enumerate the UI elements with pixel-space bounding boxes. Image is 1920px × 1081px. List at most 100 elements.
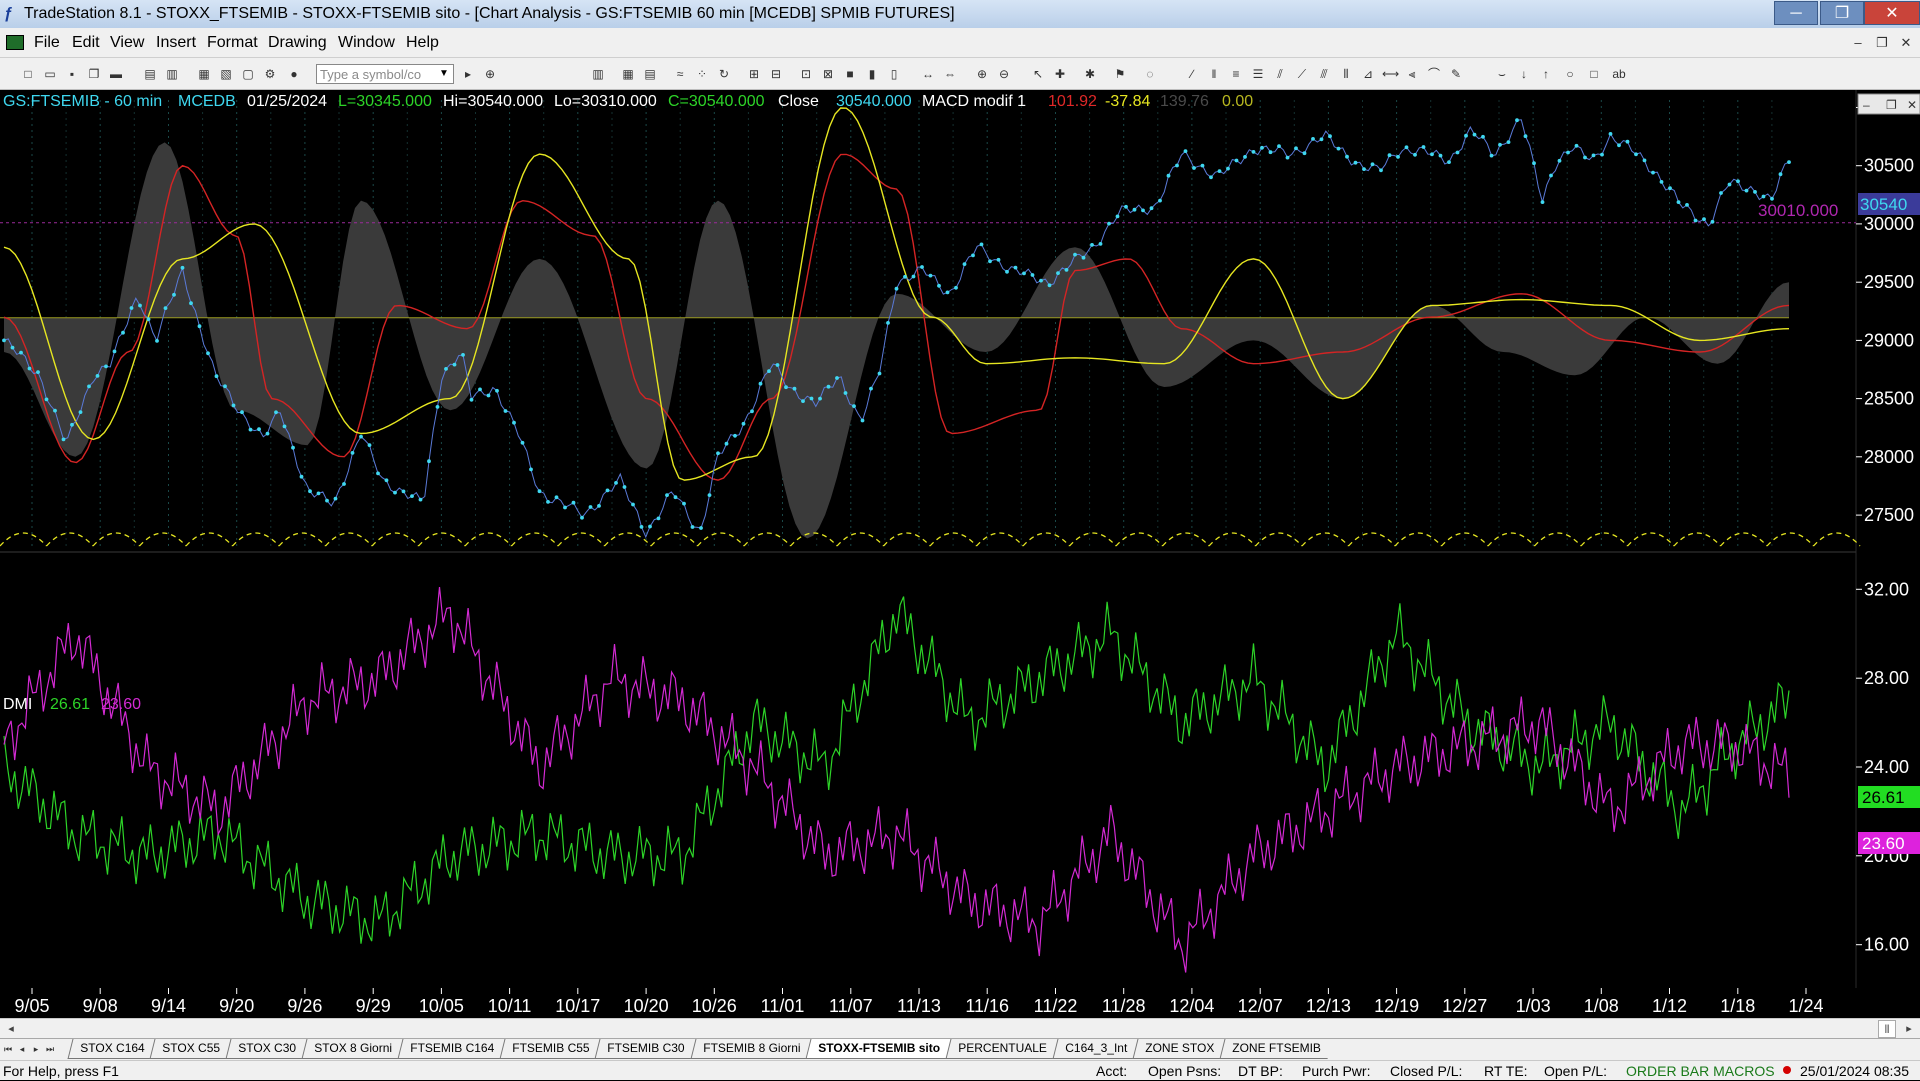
tab-first-icon[interactable]: ⏮ — [2, 1042, 14, 1056]
alert-icon[interactable]: ⚑ — [1112, 66, 1128, 82]
print-icon[interactable]: ▤ — [142, 66, 158, 82]
tab-stox-c30[interactable]: STOX C30 — [225, 1039, 308, 1059]
tab-prev-icon[interactable]: ◂ — [16, 1042, 28, 1056]
open-icon[interactable]: ▭ — [42, 66, 58, 82]
format-icon[interactable]: ⊞ — [746, 66, 762, 82]
print-preview-icon[interactable]: ▥ — [164, 66, 180, 82]
grid-icon[interactable]: ▦ — [620, 66, 636, 82]
rectangle-icon[interactable]: □ — [1586, 66, 1602, 82]
tab-stoxx-ftsemib-sito[interactable]: STOXX-FTSEMIB sito — [805, 1039, 952, 1059]
mdi-close-button[interactable]: ✕ — [1896, 34, 1916, 52]
chart-area[interactable]: 3100030500300002950029000285002800027500… — [0, 90, 1920, 1018]
menu-insert[interactable]: Insert — [156, 28, 196, 58]
tab-stox-8-giorni[interactable]: STOX 8 Giorni — [301, 1039, 404, 1059]
tab-next-icon[interactable]: ▸ — [30, 1042, 42, 1056]
price-point — [1183, 149, 1188, 153]
tab-stox-c164[interactable]: STOX C164 — [67, 1039, 156, 1059]
folder-icon[interactable]: ▬ — [108, 66, 124, 82]
bars-icon[interactable]: ▮ — [864, 66, 880, 82]
crosshair-icon[interactable]: ✚ — [1052, 66, 1068, 82]
go-arrow-icon[interactable]: ▸ — [460, 66, 476, 82]
arrow-down-icon[interactable]: ↓ — [1516, 66, 1532, 82]
menu-help[interactable]: Help — [406, 28, 439, 58]
menu-edit[interactable]: Edit — [72, 28, 100, 58]
zoom-in-icon[interactable]: ⊕ — [974, 66, 990, 82]
andrews-pitchfork-icon[interactable]: ⫷ — [1404, 66, 1420, 82]
text-icon[interactable]: ab — [1608, 66, 1630, 82]
trendline-icon[interactable]: ∕ — [1184, 66, 1200, 82]
pencil-icon[interactable]: ✎ — [1448, 66, 1464, 82]
hide-icon[interactable]: ◌ — [1142, 66, 1158, 82]
tools-icon[interactable]: ✱ — [1082, 66, 1098, 82]
window-icon[interactable]: ▦ — [196, 66, 212, 82]
scroll-right-icon[interactable]: ▸ — [1900, 1020, 1918, 1038]
binoculars-icon[interactable]: ⊕ — [482, 66, 498, 82]
mdi-restore-button[interactable]: ❐ — [1872, 34, 1892, 52]
ruler-icon[interactable]: ⟷ — [1382, 66, 1399, 82]
tab-zone-ftsemib[interactable]: ZONE FTSEMIB — [1219, 1039, 1332, 1059]
chart-tool-icon[interactable]: ⚙ — [262, 66, 278, 82]
menu-window[interactable]: Window — [338, 28, 395, 58]
scroll-left-icon[interactable]: ◂ — [2, 1020, 20, 1038]
mdi-minimize-button[interactable]: – — [1848, 34, 1868, 52]
fibonacci-icon[interactable]: ⫽ — [1272, 66, 1288, 82]
minimize-button[interactable]: ─ — [1774, 1, 1818, 25]
curve-icon[interactable]: ⌣ — [1494, 66, 1510, 82]
chevron-down-icon[interactable]: ▼ — [436, 66, 452, 82]
tab-percentuale[interactable]: PERCENTUALE — [945, 1039, 1059, 1059]
time-zones-icon[interactable]: ⦀ — [1338, 66, 1354, 82]
menu-format[interactable]: Format — [207, 28, 258, 58]
copy-icon[interactable]: ❐ — [86, 66, 102, 82]
lock-icon[interactable]: ▢ — [240, 66, 256, 82]
tab-ftsemib-8-giorni[interactable]: FTSEMIB 8 Giorni — [690, 1039, 812, 1059]
close-button[interactable]: ✕ — [1864, 1, 1920, 25]
save-icon[interactable]: ▪ — [64, 66, 80, 82]
channel-icon[interactable]: ☰ — [1250, 66, 1266, 82]
study-icon[interactable]: ■ — [842, 66, 858, 82]
horizontal-scrollbar[interactable]: ◂ ⦀ ▸ — [0, 1018, 1920, 1038]
data-icon[interactable]: ⊟ — [768, 66, 784, 82]
subwindow-close-icon[interactable]: ✕ — [1907, 98, 1917, 112]
scatter-icon[interactable]: ⁘ — [694, 66, 710, 82]
tab-c164-3-int[interactable]: C164_3_Int — [1052, 1039, 1139, 1059]
gann-icon[interactable]: ⟋ — [1294, 66, 1310, 82]
globe-icon[interactable]: ● — [286, 66, 302, 82]
tab-last-icon[interactable]: ⏭ — [44, 1042, 56, 1056]
bar-chart-icon[interactable]: ▥ — [590, 66, 606, 82]
subwindow-minimize-icon[interactable]: – — [1863, 98, 1870, 112]
tab-ftsemib-c164[interactable]: FTSEMIB C164 — [397, 1039, 506, 1059]
candles-icon[interactable]: ▯ — [886, 66, 902, 82]
speed-lines-icon[interactable]: ⫻ — [1316, 66, 1332, 82]
refresh-icon[interactable]: ↻ — [716, 66, 732, 82]
expand-icon[interactable]: ↔ — [920, 66, 936, 82]
status-order-bar-macros[interactable]: ORDER BAR MACROS — [1626, 1061, 1775, 1081]
menu-view[interactable]: View — [110, 28, 144, 58]
tile-icon[interactable]: ▧ — [218, 66, 234, 82]
price-point — [1702, 217, 1706, 221]
symbol-input[interactable] — [316, 64, 454, 84]
tab-zone-stox[interactable]: ZONE STOX — [1132, 1039, 1226, 1059]
table-icon[interactable]: ▤ — [642, 66, 658, 82]
wave-icon[interactable]: ≈ — [672, 66, 688, 82]
vertical-lines-icon[interactable]: ‖ — [1206, 66, 1222, 82]
menu-drawing[interactable]: Drawing — [268, 28, 327, 58]
regression-icon[interactable]: ⊿ — [1360, 66, 1376, 82]
tab-stox-c55[interactable]: STOX C55 — [149, 1039, 232, 1059]
pointer-icon[interactable]: ↖ — [1030, 66, 1046, 82]
zoom-out-icon[interactable]: ⊖ — [996, 66, 1012, 82]
strategy-icon[interactable]: ⊠ — [820, 66, 836, 82]
tab-ftsemib-c30[interactable]: FTSEMIB C30 — [594, 1039, 697, 1059]
tab-ftsemib-c55[interactable]: FTSEMIB C55 — [499, 1039, 601, 1059]
menu-file[interactable]: File — [34, 28, 60, 58]
scroll-thumb[interactable]: ⦀ — [1878, 1020, 1896, 1038]
chart-window-icon[interactable] — [6, 35, 24, 50]
arc-icon[interactable]: ⌒ — [1426, 66, 1442, 82]
maximize-button[interactable]: ❐ — [1820, 1, 1864, 25]
arrow-up-icon[interactable]: ↑ — [1538, 66, 1554, 82]
new-icon[interactable]: □ — [20, 66, 36, 82]
subwindow-restore-icon[interactable]: ❐ — [1886, 98, 1897, 112]
horizontal-line-icon[interactable]: ≡ — [1228, 66, 1244, 82]
ellipse-icon[interactable]: ○ — [1562, 66, 1578, 82]
insert-indicator-icon[interactable]: ⊡ — [798, 66, 814, 82]
compress-icon[interactable]: ⇔ — [942, 66, 958, 82]
